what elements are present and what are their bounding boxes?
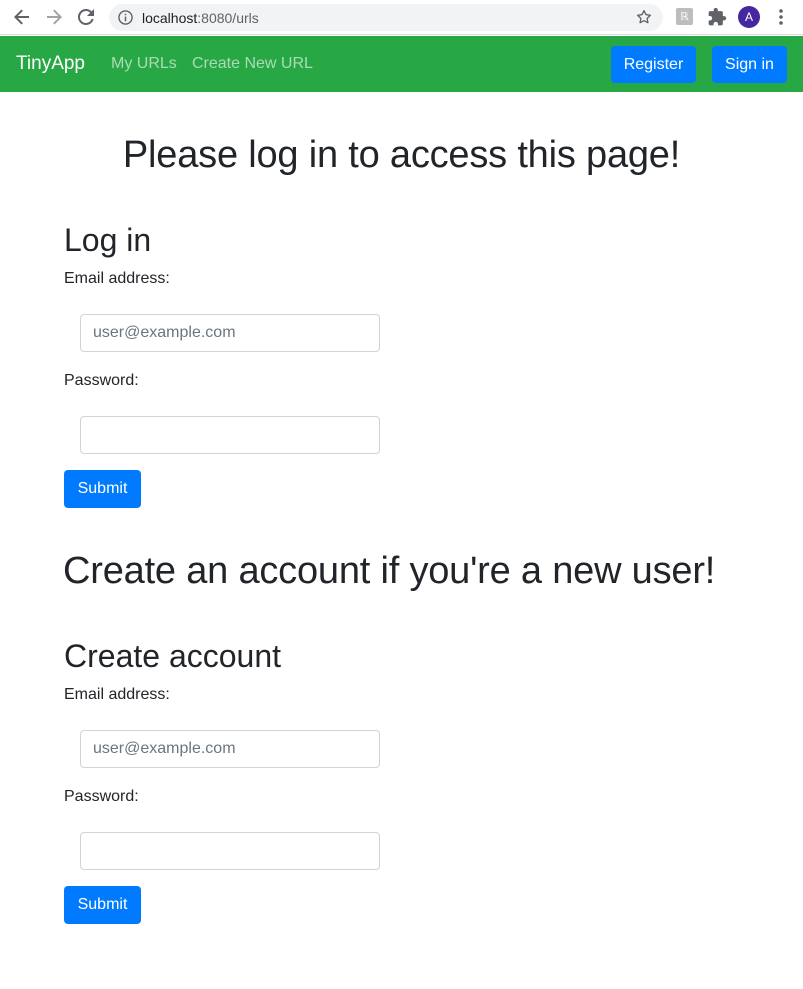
reload-icon[interactable] — [75, 6, 97, 28]
register-button[interactable]: Register — [611, 46, 696, 83]
register-password-label: Password: — [64, 788, 139, 805]
more-vert-icon[interactable] — [773, 7, 789, 27]
register-email-input[interactable] — [80, 730, 380, 768]
nav-link-create-new-url[interactable]: Create New URL — [192, 55, 313, 73]
extension-icon[interactable]: ℝ — [676, 8, 693, 25]
nav-link-my-urls[interactable]: My URLs — [111, 55, 177, 73]
puzzle-icon[interactable] — [707, 7, 727, 27]
login-password-label: Password: — [64, 372, 139, 389]
browser-toolbar: localhost:8080/urls ℝ A — [0, 0, 803, 35]
register-email-label: Email address: — [64, 686, 170, 703]
register-submit-button[interactable]: Submit — [64, 886, 141, 924]
login-required-heading: Please log in to access this page! — [122, 134, 681, 176]
back-arrow-icon[interactable] — [11, 6, 33, 28]
login-email-input[interactable] — [80, 314, 380, 352]
login-password-input[interactable] — [80, 416, 380, 454]
address-url: localhost:8080/urls — [142, 10, 259, 26]
sign-in-button[interactable]: Sign in — [712, 46, 787, 83]
url-host: localhost — [142, 10, 198, 26]
forward-arrow-icon[interactable] — [43, 6, 65, 28]
avatar-letter: A — [744, 10, 753, 24]
login-form-title: Log in — [64, 222, 152, 258]
brand-link[interactable]: TinyApp — [16, 53, 85, 75]
app-navbar: TinyApp My URLs Create New URL Register … — [0, 36, 803, 92]
address-bar[interactable]: localhost:8080/urls — [109, 4, 663, 31]
create-account-heading: Create an account if you're a new user! — [63, 550, 716, 592]
info-icon[interactable] — [118, 10, 133, 25]
login-submit-button[interactable]: Submit — [64, 470, 141, 508]
login-email-label: Email address: — [64, 270, 170, 287]
avatar[interactable]: A — [738, 6, 760, 28]
register-password-input[interactable] — [80, 832, 380, 870]
star-icon[interactable] — [635, 8, 653, 26]
register-form-title: Create account — [64, 638, 282, 674]
url-path: :8080/urls — [197, 10, 259, 26]
